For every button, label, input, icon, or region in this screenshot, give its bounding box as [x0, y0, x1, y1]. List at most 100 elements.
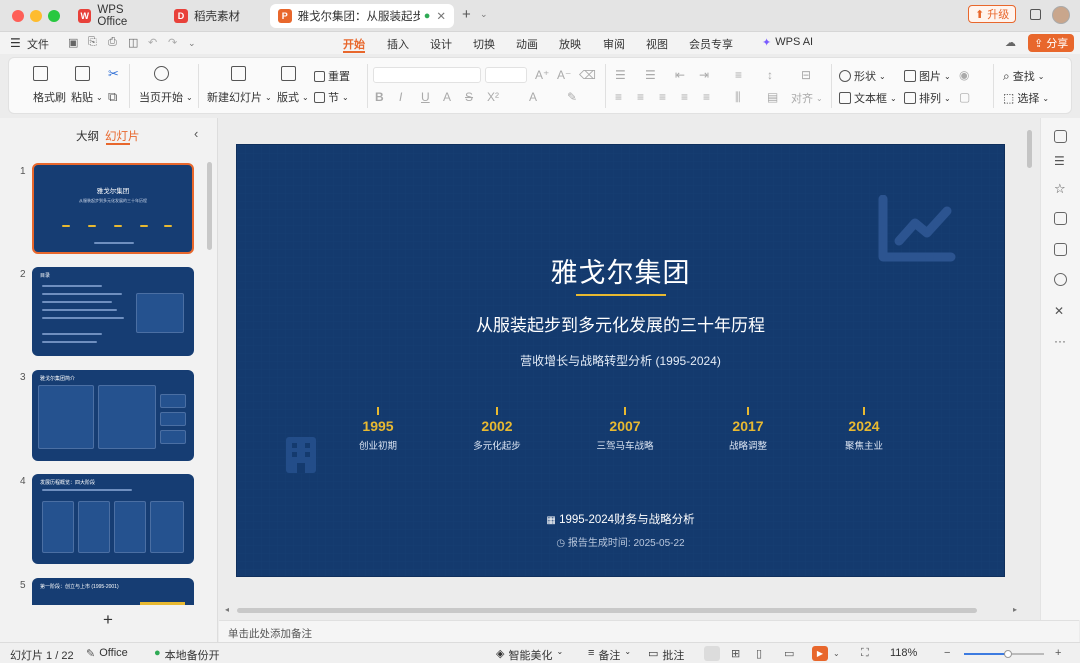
font-size-select[interactable] [485, 67, 527, 83]
tab-insert[interactable]: 插入 [387, 36, 409, 52]
decrease-indent-icon[interactable]: ⇤ [675, 68, 685, 82]
columns-icon[interactable]: ⫼ [735, 90, 741, 105]
line-spacing-icon[interactable]: ≡ [735, 68, 742, 82]
tools-icon[interactable]: ✕ [1054, 304, 1067, 318]
scroll-left-icon[interactable]: ◂ [225, 605, 229, 614]
textbox-button[interactable]: 文本框 ⌄ [839, 90, 897, 106]
preview-icon[interactable]: ◫ [128, 36, 138, 49]
distribute-icon[interactable]: ≡ [703, 90, 710, 104]
presenter-view-icon[interactable]: ▭ [784, 647, 794, 660]
vertical-scrollbar[interactable] [1027, 130, 1032, 168]
clear-format-icon[interactable]: ⌫ [579, 68, 596, 82]
tab-list-chevron-icon[interactable]: ⌄ [480, 9, 488, 20]
timeline-item-1995[interactable]: 1995 创业初期 [338, 407, 418, 452]
align-right-icon[interactable]: ≡ [659, 90, 666, 104]
slideshow-chevron-icon[interactable]: ⌄ [833, 649, 840, 658]
align-center-icon[interactable]: ≡ [637, 90, 644, 104]
arrange-button[interactable]: 排列 ⌄ [904, 90, 951, 106]
justify-icon[interactable]: ≡ [681, 90, 688, 104]
align-left-icon[interactable]: ≡ [615, 90, 622, 104]
backup-status[interactable]: ● 本地备份开 [154, 647, 220, 663]
format-painter-button[interactable]: 格式刷 [33, 89, 66, 105]
fit-window-icon[interactable]: ⛶ [861, 647, 869, 660]
animation-panel-icon[interactable] [1054, 243, 1067, 256]
bullet-list-icon[interactable]: ☰ [615, 68, 626, 82]
print-icon[interactable]: ⎙ [108, 36, 117, 49]
align-button[interactable]: 对齐 ⌄ [791, 90, 823, 106]
play-slideshow-icon[interactable]: ▶ [812, 646, 828, 661]
zoom-slider-handle[interactable] [1004, 650, 1012, 658]
picture-button[interactable]: 图片 ⌄ [904, 68, 951, 84]
vertical-align-icon[interactable]: ⊟ [801, 68, 811, 82]
slide-title[interactable]: 雅戈尔集团 [237, 251, 1004, 290]
horizontal-scrollbar[interactable] [237, 608, 977, 613]
user-avatar[interactable] [1052, 6, 1070, 24]
tab-presentation[interactable]: P 雅戈尔集团：从服装起步到… ● ✕ [270, 4, 454, 28]
minimize-window-button[interactable] [30, 10, 42, 22]
slide-thumbnail-3[interactable]: 雅戈尔集团简介 [32, 370, 194, 461]
close-window-button[interactable] [12, 10, 24, 22]
copy-icon[interactable]: ⧉ [108, 89, 117, 105]
slide-footer-analysis[interactable]: ▦ 1995-2024财务与战略分析 [237, 511, 1004, 527]
bold-icon[interactable]: B [375, 90, 384, 104]
tab-slides[interactable]: 幻灯片 [105, 128, 140, 144]
window-layout-icon[interactable] [1030, 9, 1041, 20]
export-icon[interactable]: ⎘ [88, 36, 97, 49]
text-direction-icon[interactable]: ↕ [767, 68, 773, 82]
tab-review[interactable]: 审阅 [603, 36, 625, 52]
zoom-level[interactable]: 118% [890, 647, 917, 659]
upgrade-button[interactable]: ⬆ 升级 [968, 5, 1017, 23]
new-slide-button[interactable]: 新建幻灯片 ⌄ [207, 89, 272, 105]
increase-font-icon[interactable]: A⁺ [535, 68, 549, 82]
add-slide-icon[interactable]: + [103, 610, 113, 630]
timeline-item-2007[interactable]: 2007 三驾马车战略 [585, 407, 665, 452]
paste-button[interactable]: 粘贴 ⌄ [71, 89, 103, 105]
tab-home[interactable]: 开始 [343, 36, 365, 52]
slide-thumbnail-4[interactable]: 发展历程概览：四大阶段 [32, 474, 194, 564]
theme-indicator[interactable]: ✎ Office [86, 647, 128, 660]
cut-icon[interactable]: ✂ [108, 66, 119, 82]
numbered-list-icon[interactable]: ☰ [645, 68, 656, 82]
adjust-sliders-icon[interactable]: ☰ [1054, 154, 1067, 168]
zoom-in-icon[interactable]: + [1055, 647, 1061, 659]
new-tab-icon[interactable]: + [462, 6, 471, 23]
notes-pane[interactable]: 单击此处添加备注 [219, 620, 1079, 642]
decrease-font-icon[interactable]: A⁻ [557, 68, 571, 82]
more-chevron-icon[interactable]: ⌄ [188, 38, 196, 49]
save-icon[interactable]: ▣ [68, 36, 78, 49]
slide-tagline[interactable]: 营收增长与战略转型分析 (1995-2024) [237, 352, 1004, 369]
scroll-right-icon[interactable]: ▸ [1013, 605, 1017, 614]
font-color-icon[interactable]: A [529, 90, 537, 104]
close-tab-icon[interactable]: ✕ [436, 9, 446, 23]
comments-toggle-button[interactable]: ▭ 批注 [648, 647, 684, 663]
timeline-item-2017[interactable]: 2017 战略调整 [708, 407, 788, 452]
wps-ai-button[interactable]: ✦ WPS AI [762, 36, 813, 49]
file-menu[interactable]: 文件 [27, 36, 49, 52]
fill-color-icon[interactable]: ◉ [959, 68, 969, 82]
select-button[interactable]: ⬚ 选择 ⌄ [1003, 90, 1049, 106]
tab-docer[interactable]: D 稻壳素材 [166, 4, 266, 28]
start-from-current-button[interactable]: 当页开始 ⌄ [139, 89, 193, 105]
tab-animation[interactable]: 动画 [516, 36, 538, 52]
favorite-star-icon[interactable]: ☆ [1054, 181, 1067, 196]
properties-icon[interactable] [1054, 130, 1067, 143]
section-button[interactable]: 节 ⌄ [314, 89, 349, 105]
collapse-panel-icon[interactable]: ‹ [194, 126, 198, 141]
tab-wps-office[interactable]: W WPS Office [70, 4, 162, 28]
reading-view-icon[interactable]: ▯ [756, 647, 762, 660]
slide-canvas[interactable]: 雅戈尔集团 从服装起步到多元化发展的三十年历程 营收增长与战略转型分析 (199… [236, 144, 1005, 577]
more-options-icon[interactable]: ··· [1054, 334, 1067, 348]
text-shadow-icon[interactable]: A [443, 90, 451, 104]
tab-slideshow[interactable]: 放映 [559, 36, 581, 52]
tab-transition[interactable]: 切换 [473, 36, 495, 52]
maximize-window-button[interactable] [48, 10, 60, 22]
notes-toggle-button[interactable]: ≡ 备注 ⌄ [588, 647, 631, 663]
text-box-align-icon[interactable]: ▤ [767, 90, 778, 104]
thumbnail-scrollbar[interactable] [207, 162, 212, 250]
history-clock-icon[interactable] [1054, 273, 1067, 286]
tab-outline[interactable]: 大纲 [76, 128, 99, 144]
strikethrough-icon[interactable]: S [465, 90, 473, 104]
underline-icon[interactable]: U [421, 90, 430, 104]
menu-icon[interactable]: ☰ [10, 36, 21, 50]
slide-thumbnail-2[interactable]: 目录 [32, 267, 194, 356]
